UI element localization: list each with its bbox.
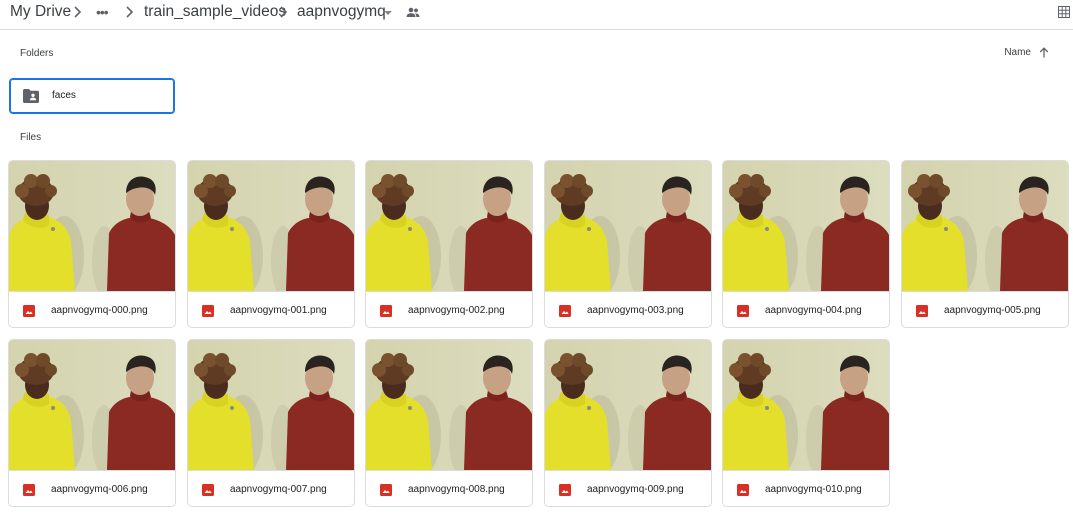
- sort-label[interactable]: Name: [1004, 47, 1031, 58]
- file-card-footer: aapnvogymq-006.png: [9, 470, 175, 506]
- file-thumbnail: [188, 161, 354, 291]
- file-card-footer: aapnvogymq-003.png: [545, 291, 711, 327]
- file-card-footer: aapnvogymq-007.png: [188, 470, 354, 506]
- file-card[interactable]: aapnvogymq-007.png: [187, 339, 355, 507]
- shared-folder-icon: [23, 89, 39, 103]
- grid-view-icon[interactable]: [1058, 6, 1070, 18]
- file-card[interactable]: aapnvogymq-006.png: [8, 339, 176, 507]
- chevron-right-icon: [280, 6, 288, 18]
- chevron-right-icon: [74, 6, 82, 18]
- file-name: aapnvogymq-005.png: [944, 305, 1041, 316]
- file-card[interactable]: aapnvogymq-002.png: [365, 160, 533, 328]
- file-name: aapnvogymq-004.png: [765, 305, 862, 316]
- file-name: aapnvogymq-006.png: [51, 484, 148, 495]
- file-name: aapnvogymq-002.png: [408, 305, 505, 316]
- file-thumbnail: [545, 340, 711, 470]
- image-file-icon: [737, 484, 749, 496]
- image-file-icon: [380, 305, 392, 317]
- file-card-footer: aapnvogymq-004.png: [723, 291, 889, 327]
- sort-control[interactable]: Name: [1004, 47, 1049, 58]
- image-file-icon: [23, 305, 35, 317]
- breadcrumb-my-drive[interactable]: My Drive: [10, 2, 71, 22]
- image-file-icon: [559, 484, 571, 496]
- file-thumbnail: [188, 340, 354, 470]
- image-file-icon: [916, 305, 928, 317]
- image-file-icon: [23, 484, 35, 496]
- file-card-footer: aapnvogymq-009.png: [545, 470, 711, 506]
- file-card[interactable]: aapnvogymq-000.png: [8, 160, 176, 328]
- file-card[interactable]: aapnvogymq-010.png: [722, 339, 890, 507]
- image-file-icon: [202, 305, 214, 317]
- file-card[interactable]: aapnvogymq-004.png: [722, 160, 890, 328]
- file-name: aapnvogymq-009.png: [587, 484, 684, 495]
- breadcrumb-train-sample-videos[interactable]: train_sample_videos: [144, 2, 286, 22]
- image-file-icon: [559, 305, 571, 317]
- image-file-icon: [380, 484, 392, 496]
- file-card-footer: aapnvogymq-002.png: [366, 291, 532, 327]
- breadcrumb: My Drive ••• train_sample_videos aapnvog…: [0, 0, 1073, 30]
- file-thumbnail: [9, 161, 175, 291]
- file-card-footer: aapnvogymq-010.png: [723, 470, 889, 506]
- dropdown-caret-icon[interactable]: [384, 11, 392, 15]
- file-thumbnail: [366, 340, 532, 470]
- file-name: aapnvogymq-008.png: [408, 484, 505, 495]
- file-card[interactable]: aapnvogymq-005.png: [901, 160, 1069, 328]
- files-heading: Files: [20, 132, 42, 143]
- breadcrumb-current-folder[interactable]: aapnvogymq: [297, 2, 386, 22]
- file-thumbnail: [902, 161, 1068, 291]
- file-card-footer: aapnvogymq-000.png: [9, 291, 175, 327]
- folder-name: faces: [52, 90, 76, 101]
- shared-people-icon: [406, 7, 420, 17]
- file-card-footer: aapnvogymq-008.png: [366, 470, 532, 506]
- file-name: aapnvogymq-001.png: [230, 305, 327, 316]
- file-card-footer: aapnvogymq-001.png: [188, 291, 354, 327]
- image-file-icon: [202, 484, 214, 496]
- file-thumbnail: [9, 340, 175, 470]
- image-file-icon: [737, 305, 749, 317]
- chevron-right-icon: [126, 6, 134, 18]
- file-name: aapnvogymq-003.png: [587, 305, 684, 316]
- file-card[interactable]: aapnvogymq-009.png: [544, 339, 712, 507]
- folders-heading: Folders: [20, 48, 54, 59]
- folder-faces[interactable]: faces: [9, 78, 175, 114]
- file-card[interactable]: aapnvogymq-001.png: [187, 160, 355, 328]
- file-thumbnail: [545, 161, 711, 291]
- breadcrumb-more-button[interactable]: •••: [96, 2, 109, 22]
- file-thumbnail: [723, 161, 889, 291]
- file-name: aapnvogymq-000.png: [51, 305, 148, 316]
- file-thumbnail: [723, 340, 889, 470]
- file-card[interactable]: aapnvogymq-008.png: [365, 339, 533, 507]
- file-card[interactable]: aapnvogymq-003.png: [544, 160, 712, 328]
- file-thumbnail: [366, 161, 532, 291]
- file-card-footer: aapnvogymq-005.png: [902, 291, 1068, 327]
- arrow-up-icon[interactable]: [1039, 47, 1049, 58]
- file-name: aapnvogymq-007.png: [230, 484, 327, 495]
- file-name: aapnvogymq-010.png: [765, 484, 862, 495]
